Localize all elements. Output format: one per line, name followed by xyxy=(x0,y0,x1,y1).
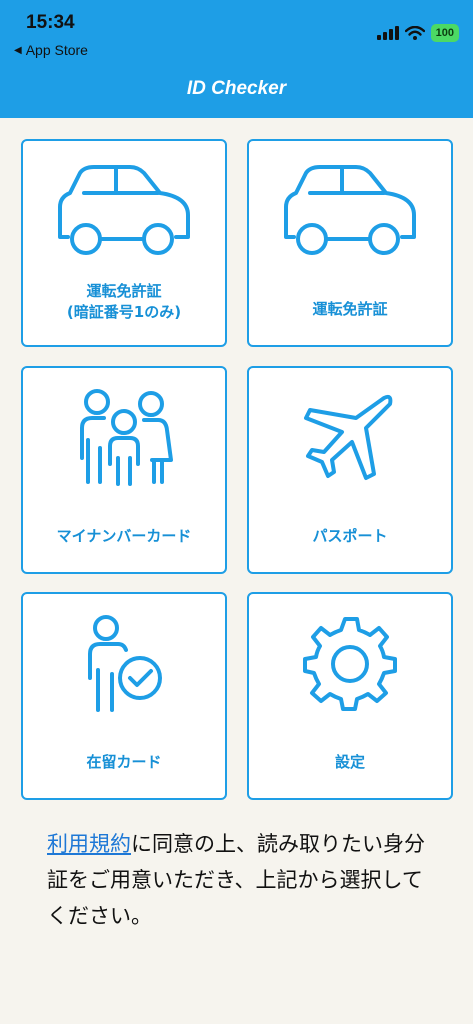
tile-label-line1: 運転免許証 xyxy=(312,300,388,318)
person-check-icon xyxy=(23,594,225,734)
settings-button[interactable]: 設定 xyxy=(247,592,453,800)
my-number-card-button[interactable]: マイナンバーカード xyxy=(21,366,227,574)
app-header: 15:34 ◀ App Store 100 ID Checker xyxy=(0,0,473,118)
signal-icon xyxy=(376,26,399,40)
tile-label: 設定 xyxy=(249,730,451,798)
tile-label: 運転免許証 (暗証番号1のみ) xyxy=(23,277,225,345)
airplane-icon xyxy=(249,368,451,508)
residence-card-button[interactable]: 在留カード xyxy=(21,592,227,800)
tile-label: 在留カード xyxy=(23,730,225,798)
family-icon xyxy=(23,368,225,508)
car-icon xyxy=(23,141,225,281)
gear-icon xyxy=(249,594,451,734)
tile-label-line1: 設定 xyxy=(334,753,365,771)
back-arrow-icon: ◀ xyxy=(14,44,22,56)
tile-label-line1: マイナンバーカード xyxy=(56,527,192,545)
tile-label-line1: 在留カード xyxy=(86,753,162,771)
tile-label: パスポート xyxy=(249,504,451,572)
battery-indicator: 100 xyxy=(430,24,459,42)
car-icon xyxy=(249,141,451,281)
back-to-app-store-link[interactable]: ◀ App Store xyxy=(14,42,88,58)
status-icons: 100 xyxy=(376,24,459,42)
tile-label: マイナンバーカード xyxy=(23,504,225,572)
status-time: 15:34 xyxy=(26,12,75,33)
passport-button[interactable]: パスポート xyxy=(247,366,453,574)
tile-label-line1: 運転免許証 xyxy=(86,282,162,300)
terms-of-use-link[interactable]: 利用規約 xyxy=(47,832,131,856)
drivers-license-button[interactable]: 運転免許証 xyxy=(247,139,453,347)
back-link-label: App Store xyxy=(25,42,88,58)
tile-label: 運転免許証 xyxy=(249,277,451,345)
drivers-license-pin1-button[interactable]: 運転免許証 (暗証番号1のみ) xyxy=(21,139,227,347)
wifi-icon xyxy=(404,26,425,40)
tile-label-line1: パスポート xyxy=(312,527,388,545)
page-title: ID Checker xyxy=(186,78,287,99)
tile-label-line2: (暗証番号1のみ) xyxy=(66,303,182,321)
instruction-text: 利用規約に同意の上、読み取りたい身分証をご用意いただき、上記から選択してください… xyxy=(47,826,437,934)
